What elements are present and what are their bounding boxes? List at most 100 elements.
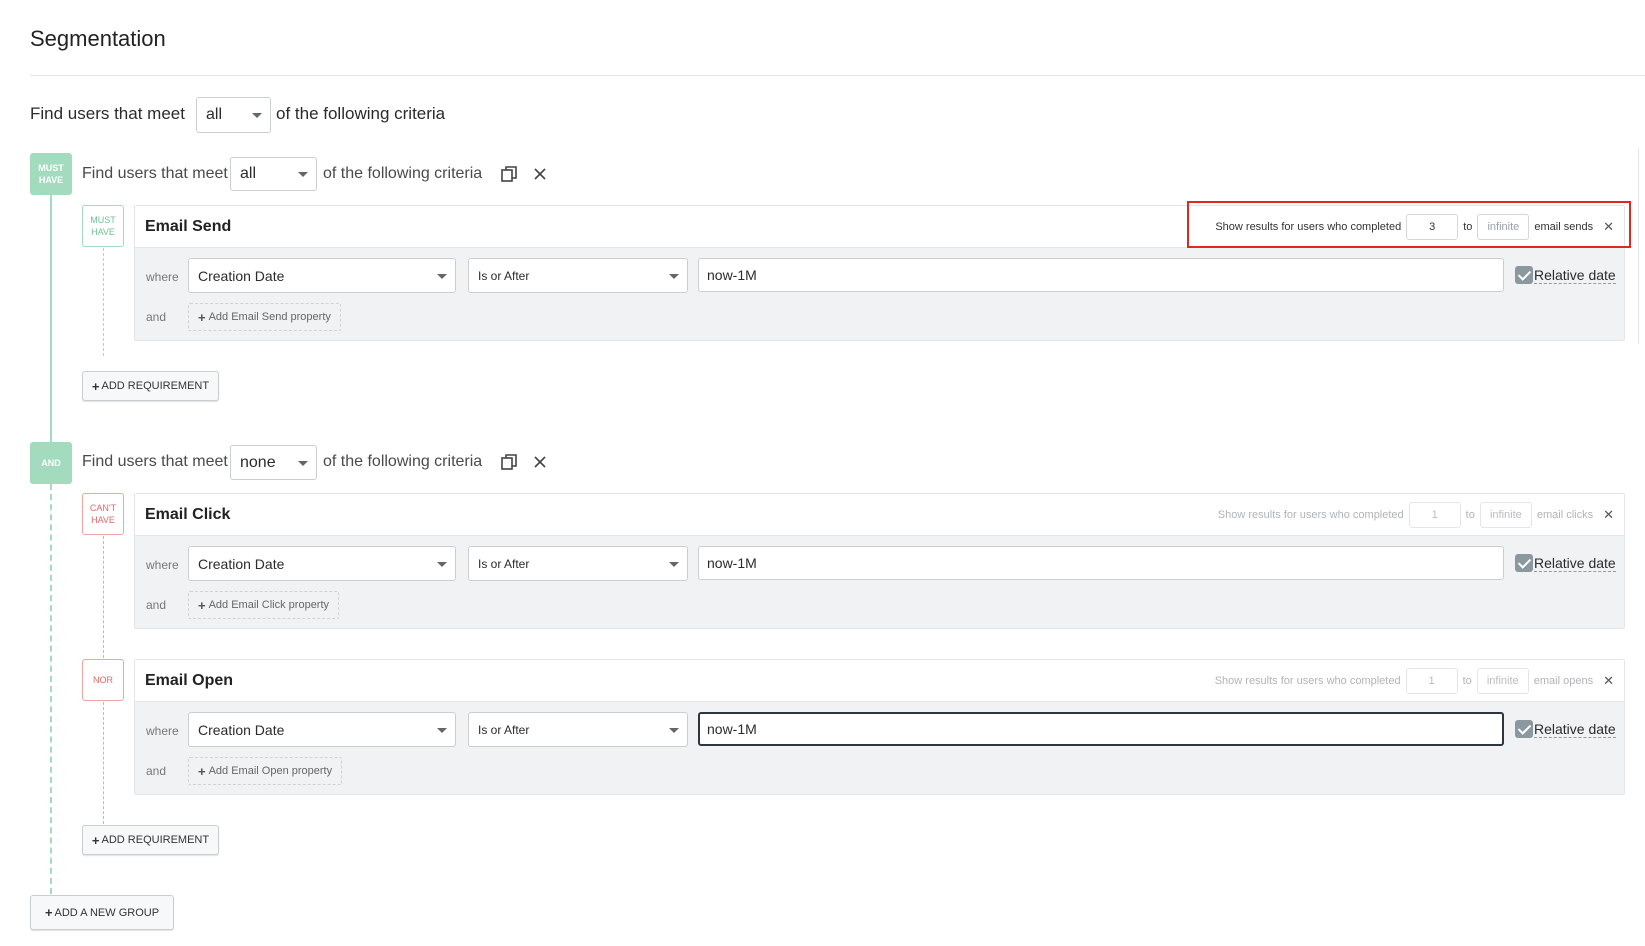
- add-requirement-button[interactable]: + ADD REQUIREMENT: [82, 371, 219, 401]
- add-new-group-button[interactable]: + ADD A NEW GROUP: [30, 895, 174, 930]
- value-input[interactable]: now-1M: [698, 546, 1504, 580]
- group-2-badge-label: AND: [41, 458, 61, 468]
- add-property-button[interactable]: + Add Email Click property: [188, 591, 340, 619]
- requirement-connector: [103, 702, 104, 824]
- chevron-down-icon: [437, 561, 447, 567]
- relative-date-label[interactable]: Relative date: [1534, 721, 1616, 738]
- completion-count-filter: Show results for users who completed 1 t…: [1218, 502, 1614, 528]
- close-icon[interactable]: [531, 453, 549, 471]
- close-icon[interactable]: ✕: [1603, 673, 1614, 689]
- group-2-match-select[interactable]: none: [230, 445, 317, 480]
- add-property-label: Add Email Open property: [208, 765, 333, 777]
- relative-date-checkbox[interactable]: [1515, 720, 1533, 738]
- requirement-badge-label: CAN'T HAVE: [89, 503, 117, 525]
- add-requirement-button[interactable]: + ADD REQUIREMENT: [82, 825, 219, 855]
- top-criteria-suffix: of the following criteria: [276, 104, 446, 123]
- where-label: where: [146, 724, 179, 738]
- requirement-card-email-open: Email Open Show results for users who co…: [134, 659, 1625, 795]
- chevron-down-icon: [669, 273, 679, 279]
- plus-icon: +: [198, 309, 206, 325]
- add-property-button[interactable]: + Add Email Send property: [188, 303, 341, 331]
- and-label: and: [146, 310, 167, 324]
- highlight-box: [1187, 201, 1631, 248]
- title-divider: [30, 75, 1645, 76]
- operator-value: Is or After: [478, 556, 530, 571]
- count-prefix: Show results for users who completed: [1217, 509, 1404, 521]
- where-label: where: [146, 270, 179, 284]
- chevron-down-icon: [298, 460, 308, 466]
- plus-icon: +: [91, 832, 100, 848]
- chevron-down-icon: [437, 273, 447, 279]
- plus-icon: +: [44, 905, 53, 920]
- count-suffix: email clicks: [1536, 509, 1594, 521]
- copy-icon[interactable]: [500, 453, 518, 471]
- plus-icon: +: [198, 597, 206, 613]
- copy-icon[interactable]: [500, 165, 518, 183]
- completion-count-filter: Show results for users who completed 1 t…: [1215, 668, 1614, 694]
- group-2-badge: AND: [30, 442, 72, 484]
- close-icon[interactable]: ✕: [1603, 507, 1614, 523]
- page-title: Segmentation: [30, 26, 166, 51]
- relative-date-checkbox[interactable]: [1515, 554, 1533, 572]
- requirement-title: Email Send: [145, 218, 232, 235]
- operator-select[interactable]: Is or After: [468, 712, 688, 747]
- chevron-down-icon: [298, 172, 308, 177]
- add-property-label: Add Email Click property: [208, 599, 330, 611]
- group-1-match-select[interactable]: all: [230, 157, 317, 191]
- operator-value: Is or After: [478, 722, 530, 737]
- requirement-card-email-click: Email Click Show results for users who c…: [134, 493, 1625, 629]
- group-1-match-value: all: [240, 165, 257, 182]
- relative-date-checkbox[interactable]: [1515, 266, 1533, 284]
- property-value: Creation Date: [198, 267, 285, 284]
- requirement-badge-nor: NOR: [82, 659, 124, 701]
- and-label: and: [146, 598, 167, 612]
- count-min-input[interactable]: 1: [1405, 668, 1458, 694]
- plus-icon: +: [198, 763, 206, 779]
- requirement-badge-must-have: MUST HAVE: [82, 205, 124, 247]
- value-input[interactable]: now-1M: [698, 258, 1504, 292]
- count-suffix: email opens: [1533, 675, 1594, 687]
- count-min-input[interactable]: 1: [1408, 502, 1461, 528]
- group-2-connector: [50, 484, 52, 894]
- group-1-criteria-suffix: of the following criteria: [323, 165, 483, 182]
- top-criteria-prefix: Find users that meet: [30, 104, 185, 123]
- chevron-down-icon: [669, 727, 679, 733]
- property-value: Creation Date: [198, 721, 285, 738]
- operator-select[interactable]: Is or After: [468, 546, 688, 581]
- group-1-connector: [50, 195, 52, 442]
- right-divider: [1638, 148, 1639, 344]
- property-value: Creation Date: [198, 555, 285, 572]
- close-icon[interactable]: [531, 165, 549, 183]
- requirement-title: Email Open: [145, 672, 234, 689]
- group-1-badge-label: MUST HAVE: [38, 163, 64, 185]
- requirement-connector: [103, 248, 104, 356]
- requirement-connector: [103, 536, 104, 658]
- group-2-criteria-prefix: Find users that meet: [82, 453, 228, 470]
- group-2-criteria-suffix: of the following criteria: [323, 453, 483, 470]
- relative-date-label[interactable]: Relative date: [1534, 267, 1616, 284]
- relative-date-label[interactable]: Relative date: [1534, 555, 1616, 572]
- requirement-badge-label: MUST HAVE: [90, 215, 116, 237]
- count-max-input[interactable]: infinite: [1476, 668, 1529, 694]
- requirement-title: Email Click: [145, 506, 231, 523]
- value-input[interactable]: now-1M: [698, 712, 1504, 746]
- count-max-input[interactable]: infinite: [1479, 502, 1532, 528]
- group-1-badge: MUST HAVE: [30, 153, 72, 195]
- requirement-badge-cant-have: CAN'T HAVE: [82, 493, 124, 535]
- property-select[interactable]: Creation Date: [188, 546, 456, 581]
- chevron-down-icon: [437, 727, 447, 733]
- count-to: to: [1465, 509, 1475, 521]
- chevron-down-icon: [669, 561, 679, 567]
- add-property-button[interactable]: + Add Email Open property: [188, 757, 343, 785]
- top-criteria-match-select[interactable]: all: [196, 97, 271, 133]
- property-select[interactable]: Creation Date: [188, 712, 456, 747]
- where-label: where: [146, 558, 179, 572]
- count-prefix: Show results for users who completed: [1214, 675, 1401, 687]
- and-label: and: [146, 764, 167, 778]
- requirement-card-header: Email Click Show results for users who c…: [135, 494, 1624, 536]
- operator-select[interactable]: Is or After: [468, 258, 688, 293]
- add-property-label: Add Email Send property: [208, 311, 331, 323]
- operator-value: Is or After: [478, 268, 530, 283]
- add-requirement-label: ADD REQUIREMENT: [101, 834, 210, 846]
- property-select[interactable]: Creation Date: [188, 258, 456, 293]
